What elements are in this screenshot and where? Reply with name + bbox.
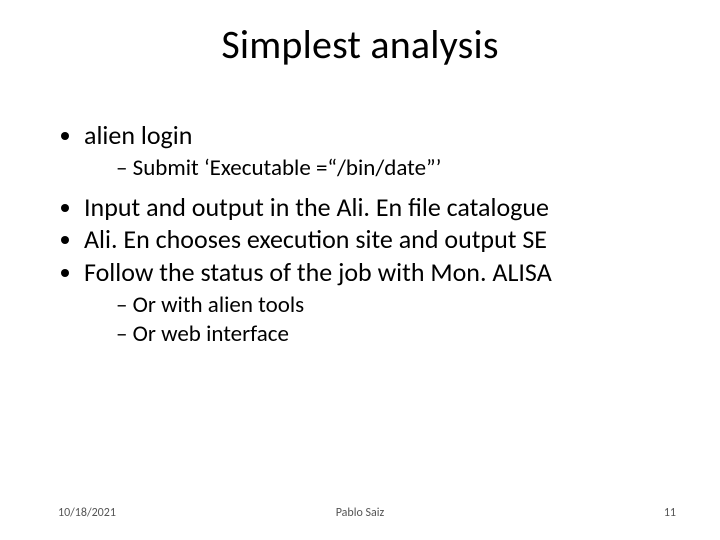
slide: Simplest analysis alien login Submit ‘Ex… — [0, 0, 720, 540]
sub-bullet-item: Submit ‘Executable =“/bin/date”’ — [116, 155, 676, 182]
slide-title: Simplest analysis — [0, 20, 720, 69]
bullet-item: alien login Submit ‘Executable =“/bin/da… — [84, 120, 676, 182]
footer-author: Pablo Saiz — [0, 506, 720, 520]
bullet-text: Ali. En chooses execution site and outpu… — [84, 223, 547, 255]
footer-page-number: 11 — [664, 506, 676, 520]
bullet-item: Ali. En chooses execution site and outpu… — [84, 224, 676, 255]
slide-content: alien login Submit ‘Executable =“/bin/da… — [60, 120, 676, 358]
sub-bullet-text: Or web interface — [133, 320, 289, 348]
bullet-text: Follow the status of the job with Mon. A… — [84, 256, 552, 288]
bullet-item: Follow the status of the job with Mon. A… — [84, 257, 676, 348]
sub-bullet-list: Submit ‘Executable =“/bin/date”’ — [84, 155, 676, 182]
sub-bullet-item: Or with alien tools — [116, 292, 676, 319]
bullet-list: alien login Submit ‘Executable =“/bin/da… — [60, 120, 676, 348]
sub-bullet-text: Submit ‘Executable =“/bin/date”’ — [133, 154, 442, 182]
sub-bullet-list: Or with alien tools Or web interface — [84, 292, 676, 348]
bullet-text: alien login — [84, 119, 192, 151]
sub-bullet-text: Or with alien tools — [133, 291, 304, 319]
bullet-text: Input and output in the Ali. En file cat… — [84, 191, 549, 223]
sub-bullet-item: Or web interface — [116, 321, 676, 348]
bullet-item: Input and output in the Ali. En file cat… — [84, 192, 676, 223]
